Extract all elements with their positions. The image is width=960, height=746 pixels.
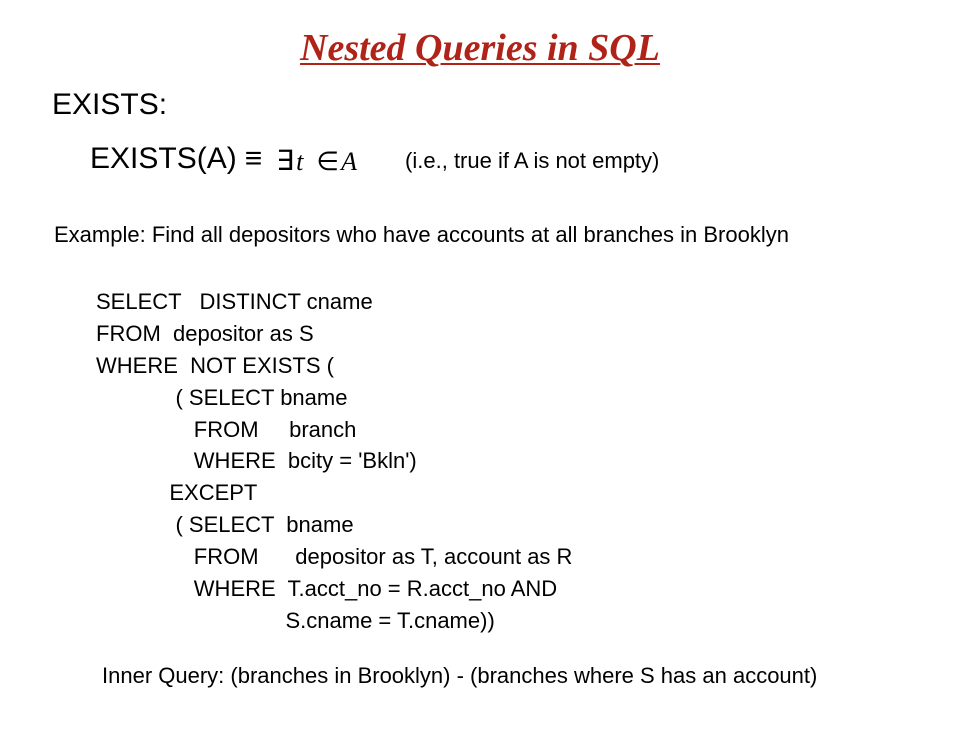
slide-title: Nested Queries in SQL [0,26,960,70]
math-expression: ∃ t ∈ A [276,144,357,178]
example-text: Example: Find all depositors who have ac… [54,222,960,248]
exists-quantifier: ∃ [276,146,294,177]
equiv-symbol: ≡ [245,142,263,176]
definition-note: (i.e., true if A is not empty) [405,148,659,174]
definition-lhs: EXISTS(A) [90,142,237,176]
element-of-symbol: ∈ [316,147,339,176]
math-set-A: A [341,147,357,176]
sql-query: SELECT DISTINCT cname FROM depositor as … [96,286,960,637]
exists-heading: EXISTS: [52,88,960,122]
math-variable-t: t [296,147,303,176]
inner-query-note: Inner Query: (branches in Brooklyn) - (b… [102,663,960,689]
definition-row: EXISTS(A) ≡ ∃ t ∈ A (i.e., true if A is … [90,142,960,176]
